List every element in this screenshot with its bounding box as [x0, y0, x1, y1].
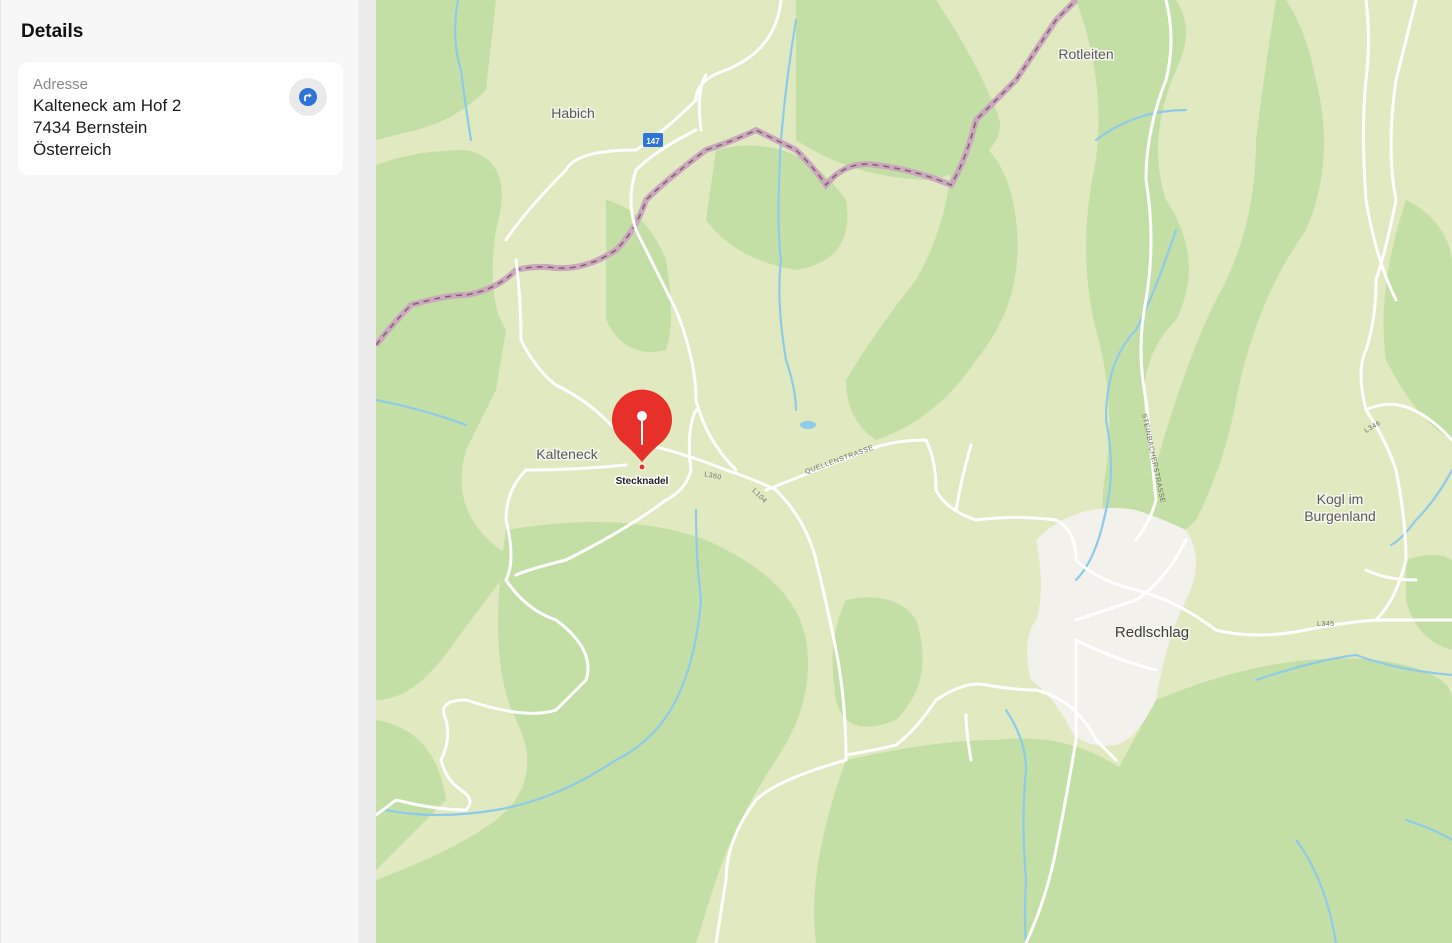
map-canvas[interactable]: 147 L360 L104 QUELLENSTRASSE STEINBACHER…	[376, 0, 1452, 943]
map-view[interactable]: 147 L360 L104 QUELLENSTRASSE STEINBACHER…	[376, 0, 1452, 943]
place-kogl-line2[interactable]: Burgenland	[1303, 507, 1378, 526]
place-kalteneck[interactable]: Kalteneck	[535, 445, 600, 464]
address-card: Adresse Kalteneck am Hof 2 7434 Bernstei…	[18, 62, 343, 175]
place-redlschlag[interactable]: Redlschlag	[1113, 623, 1190, 643]
directions-button[interactable]	[289, 78, 327, 116]
address-street[interactable]: Kalteneck am Hof 2	[33, 96, 181, 116]
address-country[interactable]: Österreich	[33, 140, 111, 160]
details-title: Details	[21, 21, 84, 42]
app-window: Details Adresse Kalteneck am Hof 2 7434 …	[0, 0, 1452, 943]
address-label: Adresse	[33, 76, 89, 93]
route-147-label: 147	[646, 137, 660, 146]
place-rotleiten[interactable]: Rotleiten	[1057, 45, 1115, 64]
place-habich[interactable]: Habich	[550, 104, 597, 123]
place-kogl-line1[interactable]: Kogl im	[1315, 490, 1365, 509]
road-l345-label: L345	[1317, 621, 1335, 628]
details-sidebar: Details Adresse Kalteneck am Hof 2 7434 …	[0, 0, 358, 943]
pin-label: Stecknadel	[616, 476, 669, 487]
directions-arrow-icon	[299, 88, 317, 106]
address-city[interactable]: 7434 Bernstein	[33, 118, 147, 138]
sidebar-divider	[358, 0, 376, 943]
